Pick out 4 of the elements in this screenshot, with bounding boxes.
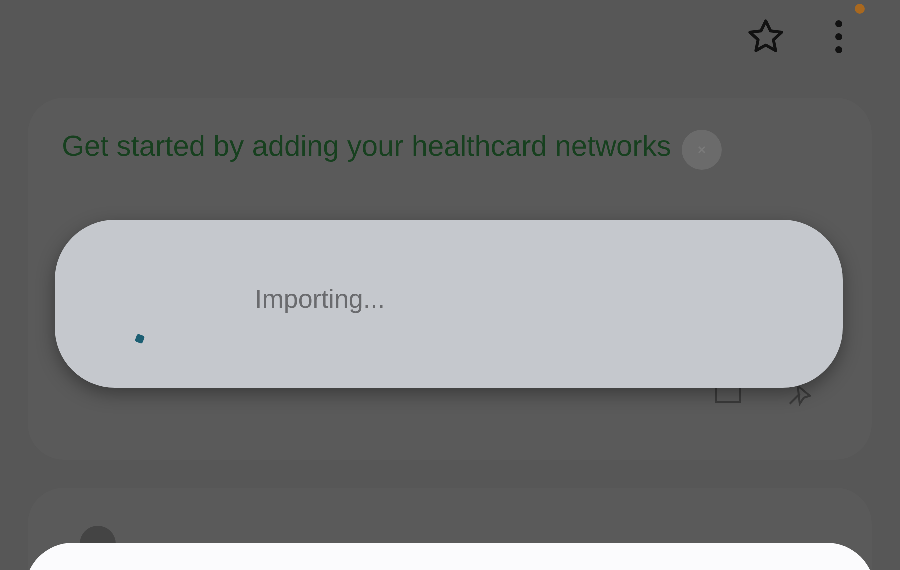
more-menu-icon[interactable] [834,19,844,55]
progress-message: Importing... [255,284,386,315]
spinner-icon [135,334,145,344]
card-title: Get started by adding your healthcard networks [62,130,672,165]
